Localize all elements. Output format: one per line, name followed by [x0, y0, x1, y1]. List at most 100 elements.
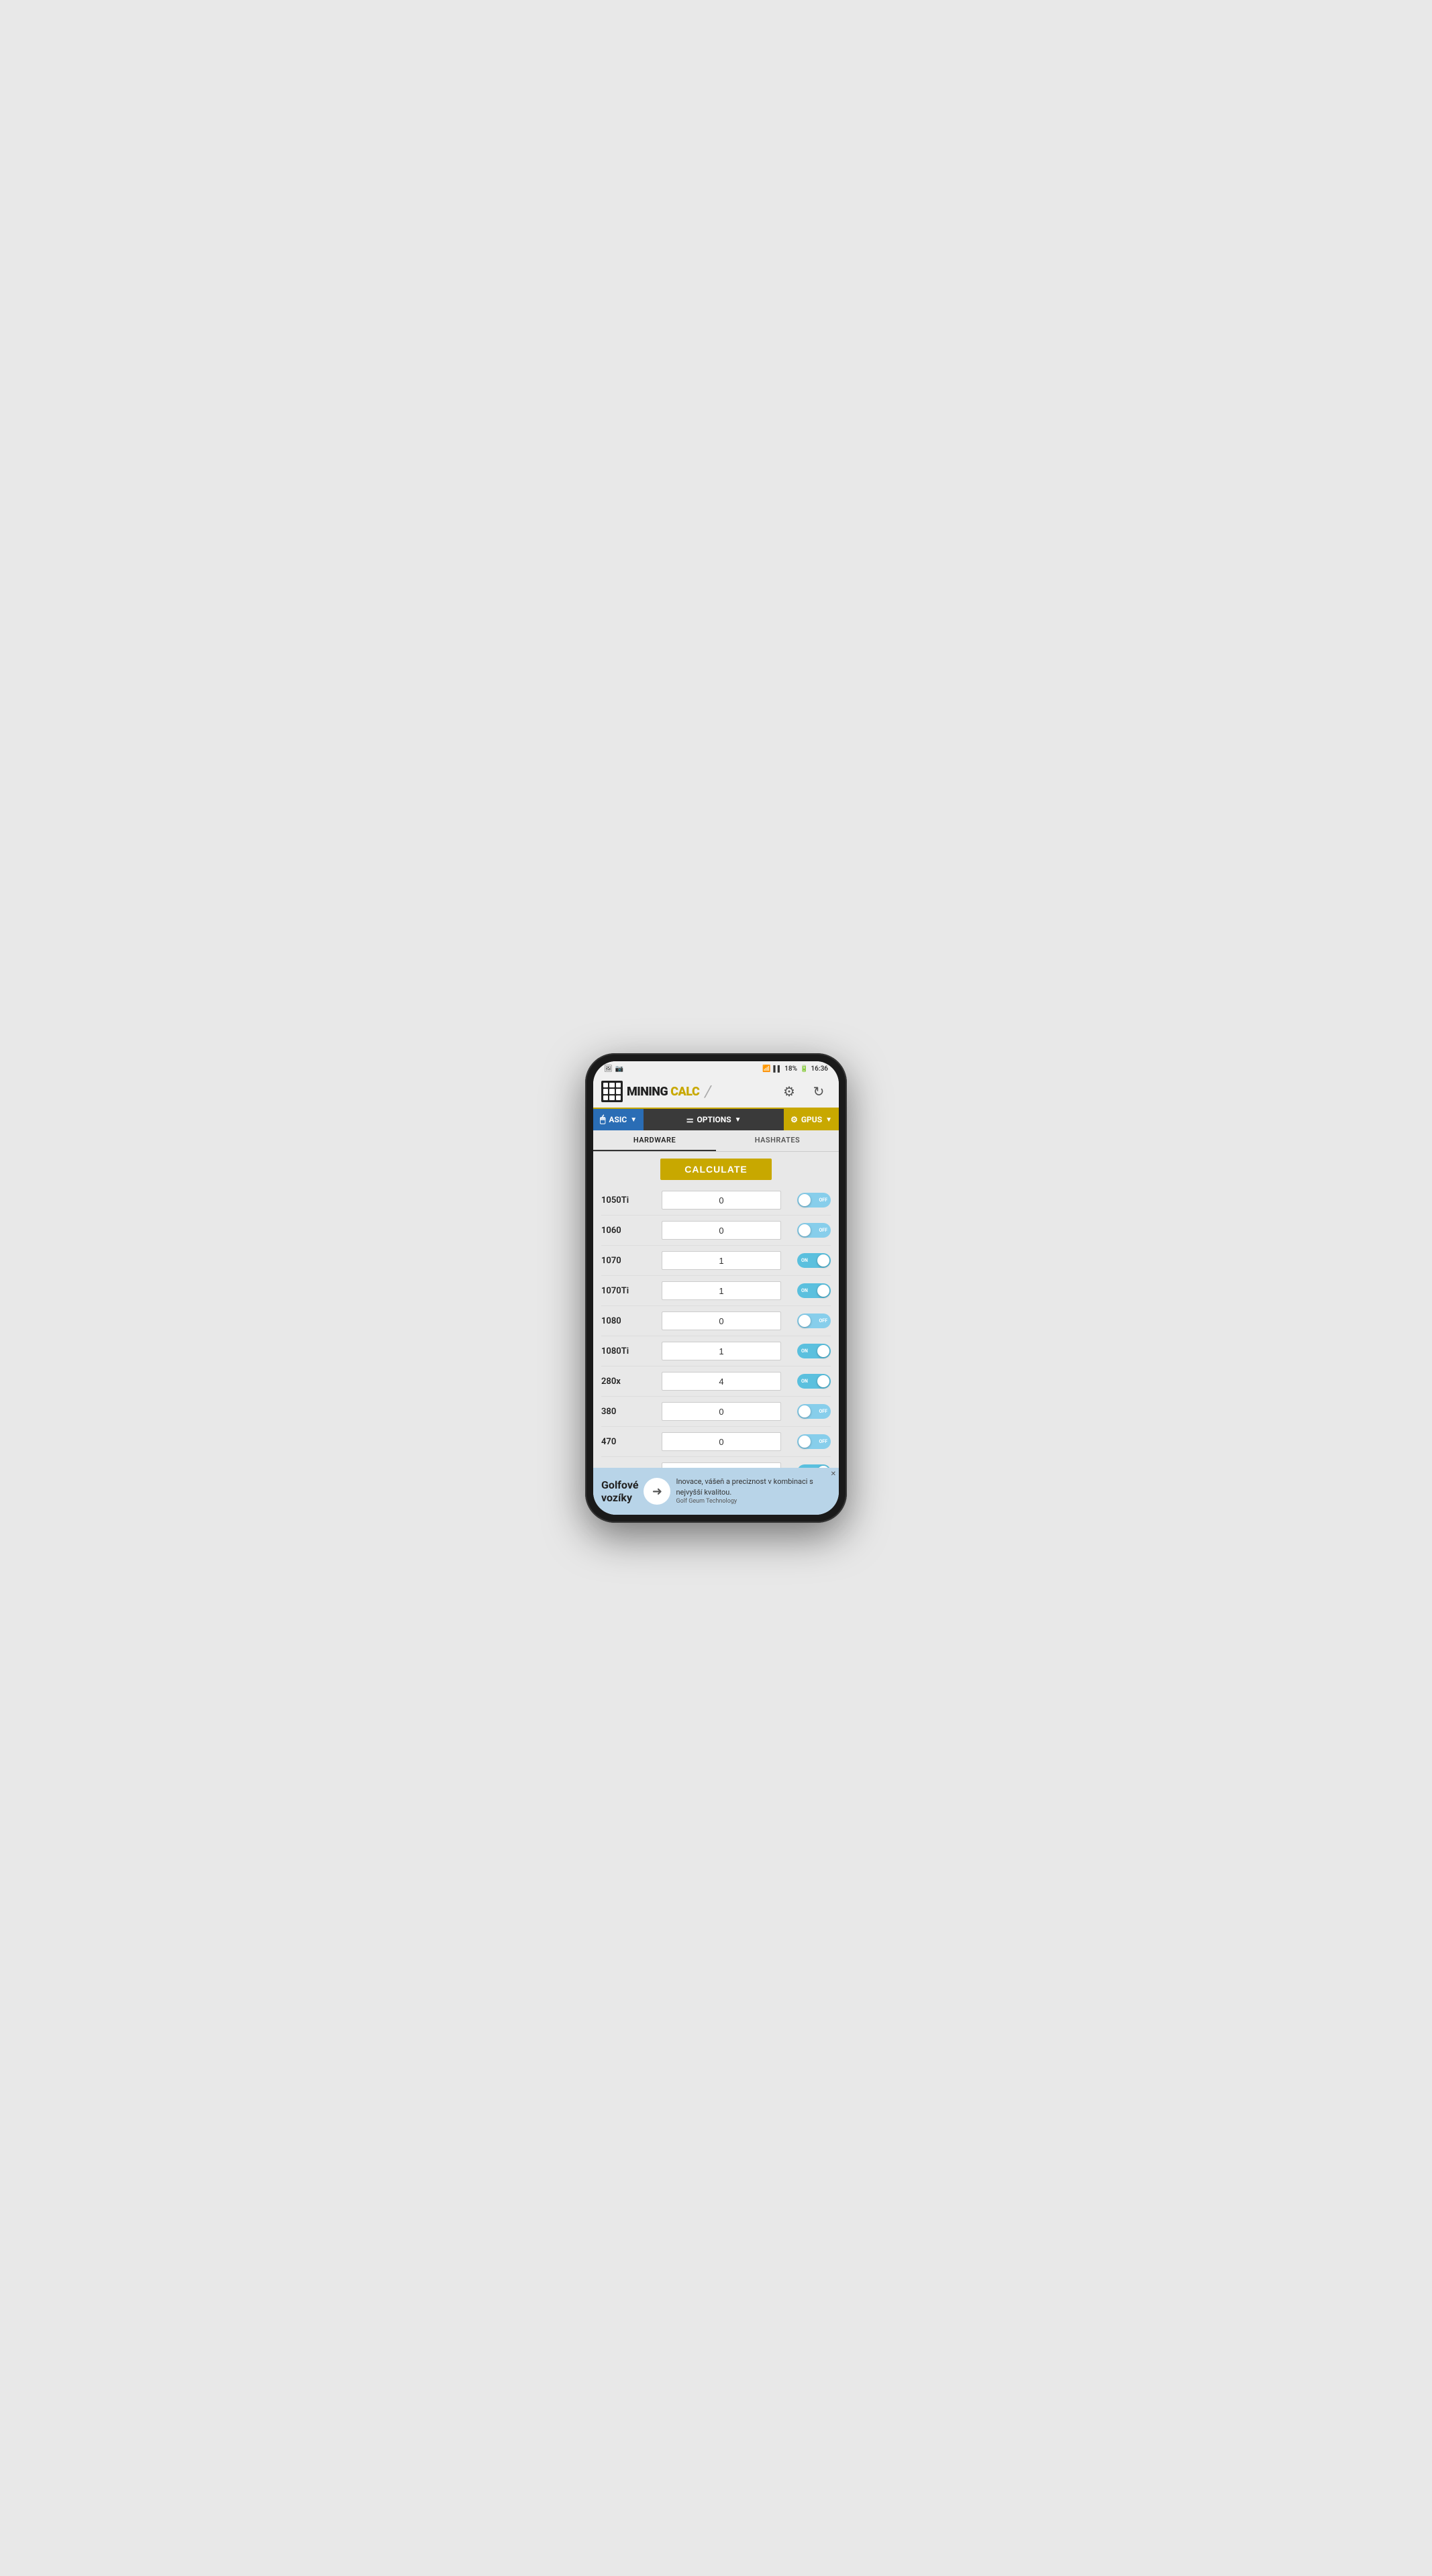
gpu-list: 1050TiOFF1060OFF1070ON1070TiON1080OFF108… [593, 1185, 839, 1468]
clock: 16:36 [811, 1065, 828, 1073]
toggle-label: OFF [819, 1439, 827, 1444]
gpu-row: 280x ON [601, 1366, 831, 1397]
gpu-toggle[interactable]: ON [797, 1253, 831, 1268]
ad-close-button[interactable]: ✕ [831, 1470, 836, 1478]
settings-button[interactable]: ⚙ [777, 1079, 801, 1104]
asic-label: ASIC [609, 1115, 627, 1124]
toggle-wrapper: ON [790, 1253, 831, 1268]
battery-icon: 🔋 [800, 1065, 808, 1073]
gpu-row: 480ON [601, 1457, 831, 1468]
toggle-label: OFF [819, 1197, 827, 1203]
logo-brand-text: MINING CALC [627, 1085, 699, 1099]
gpu-row: 1080Ti ON [601, 1336, 831, 1366]
sub-tab-bar: HARDWARE HASHRATES [593, 1130, 839, 1152]
toggle-wrapper: ON [790, 1344, 831, 1358]
photo-icon: 🖼 [604, 1065, 613, 1073]
toggle-label: ON [801, 1348, 808, 1354]
toggle-wrapper: OFF [790, 1434, 831, 1449]
gpus-dropdown-icon: ▼ [825, 1116, 832, 1124]
gpu-row: 1070ON [601, 1246, 831, 1276]
app-logo: MINING CALC / [601, 1081, 711, 1102]
gpu-quantity-input[interactable] [662, 1311, 781, 1330]
sub-tab-hashrates[interactable]: HASHRATES [716, 1130, 839, 1151]
app-header: MINING CALC / ⚙ ↻ [593, 1075, 839, 1109]
tab-asic[interactable]: 🖱 ASIC ▼ [593, 1109, 644, 1130]
gpu-name: 1080Ti [601, 1346, 662, 1356]
gpu-quantity-input[interactable] [662, 1372, 781, 1391]
toggle-label: OFF [819, 1409, 827, 1414]
gpu-row: 1080 OFF [601, 1306, 831, 1336]
toggle-wrapper: OFF [790, 1223, 831, 1238]
gpu-quantity-input[interactable] [662, 1462, 781, 1468]
ad-golf-text: Golfovévozíky [601, 1479, 638, 1504]
phone-device: 🖼 📷 📶 ▌▌ 18% 🔋 16:36 MINING [585, 1053, 847, 1523]
gpu-row: 1070TiON [601, 1276, 831, 1306]
sub-tab-hardware[interactable]: HARDWARE [593, 1130, 716, 1151]
toggle-knob [817, 1345, 829, 1357]
status-right-info: 📶 ▌▌ 18% 🔋 16:36 [762, 1065, 828, 1073]
ad-arrow-button[interactable]: ➜ [644, 1478, 670, 1505]
gpu-name: 280x [601, 1377, 662, 1387]
status-left-icons: 🖼 📷 [604, 1065, 623, 1073]
toggle-wrapper: OFF [790, 1313, 831, 1328]
gpu-row: 470OFF [601, 1427, 831, 1457]
tab-gpus[interactable]: ⚙ GPUS ▼ [784, 1109, 839, 1130]
gpu-row: 1050Ti OFF [601, 1185, 831, 1216]
gpu-row: 380 OFF [601, 1397, 831, 1427]
gpu-name: 380 [601, 1407, 662, 1417]
refresh-button[interactable]: ↻ [807, 1079, 831, 1104]
gpu-quantity-input[interactable] [662, 1281, 781, 1300]
toggle-knob [817, 1285, 829, 1297]
gpu-quantity-input[interactable] [662, 1342, 781, 1360]
options-label: OPTIONS [697, 1115, 731, 1124]
battery-percent: 18% [784, 1065, 797, 1073]
gpu-toggle[interactable]: OFF [797, 1313, 831, 1328]
toggle-knob [817, 1375, 829, 1387]
gpu-quantity-input[interactable] [662, 1251, 781, 1270]
logo-grid-icon [601, 1081, 623, 1102]
signal-icon: ▌▌ [773, 1065, 782, 1073]
toggle-wrapper: ON [790, 1283, 831, 1298]
gpu-toggle[interactable]: ON [797, 1344, 831, 1358]
camera-icon: 📷 [615, 1065, 623, 1073]
gpus-icon: ⚙ [790, 1115, 798, 1124]
gpu-quantity-input[interactable] [662, 1402, 781, 1421]
gpu-toggle[interactable]: OFF [797, 1434, 831, 1449]
toggle-knob [817, 1254, 829, 1267]
gpu-row: 1060 OFF [601, 1216, 831, 1246]
toggle-knob [799, 1224, 811, 1236]
asic-chip-icon: 🖱 [600, 1114, 605, 1125]
gpu-name: 1080 [601, 1316, 662, 1326]
toggle-wrapper: ON [790, 1374, 831, 1389]
toggle-label: OFF [819, 1228, 827, 1233]
gpu-toggle[interactable]: OFF [797, 1193, 831, 1208]
gpu-quantity-input[interactable] [662, 1221, 781, 1240]
toggle-wrapper: OFF [790, 1193, 831, 1208]
toggle-knob [799, 1315, 811, 1327]
header-action-icons: ⚙ ↻ [777, 1079, 831, 1104]
calculate-button[interactable]: CALCULATE [660, 1159, 772, 1180]
toggle-label: ON [801, 1379, 808, 1384]
toggle-label: ON [801, 1288, 808, 1293]
gpu-toggle[interactable]: OFF [797, 1404, 831, 1419]
calculate-btn-wrapper: CALCULATE [593, 1152, 839, 1185]
toggle-label: OFF [819, 1318, 827, 1324]
gpu-toggle[interactable]: ON [797, 1374, 831, 1389]
toggle-knob [799, 1436, 811, 1448]
wifi-icon: 📶 [762, 1065, 770, 1073]
toggle-label: ON [801, 1258, 808, 1263]
gpus-label: GPUS [801, 1115, 822, 1124]
gpu-quantity-input[interactable] [662, 1432, 781, 1451]
phone-screen: 🖼 📷 📶 ▌▌ 18% 🔋 16:36 MINING [593, 1061, 839, 1515]
gpu-quantity-input[interactable] [662, 1191, 781, 1210]
tab-options[interactable]: ⚌ OPTIONS ▼ [644, 1109, 784, 1130]
toggle-knob [799, 1405, 811, 1417]
gpu-name: 1050Ti [601, 1195, 662, 1205]
gpu-toggle[interactable]: ON [797, 1283, 831, 1298]
toggle-knob [799, 1194, 811, 1206]
options-sliders-icon: ⚌ [686, 1115, 694, 1124]
toggle-wrapper: OFF [790, 1404, 831, 1419]
ad-main-text: Golfovévozíky [601, 1479, 638, 1504]
gpu-name: 1060 [601, 1226, 662, 1236]
gpu-toggle[interactable]: OFF [797, 1223, 831, 1238]
